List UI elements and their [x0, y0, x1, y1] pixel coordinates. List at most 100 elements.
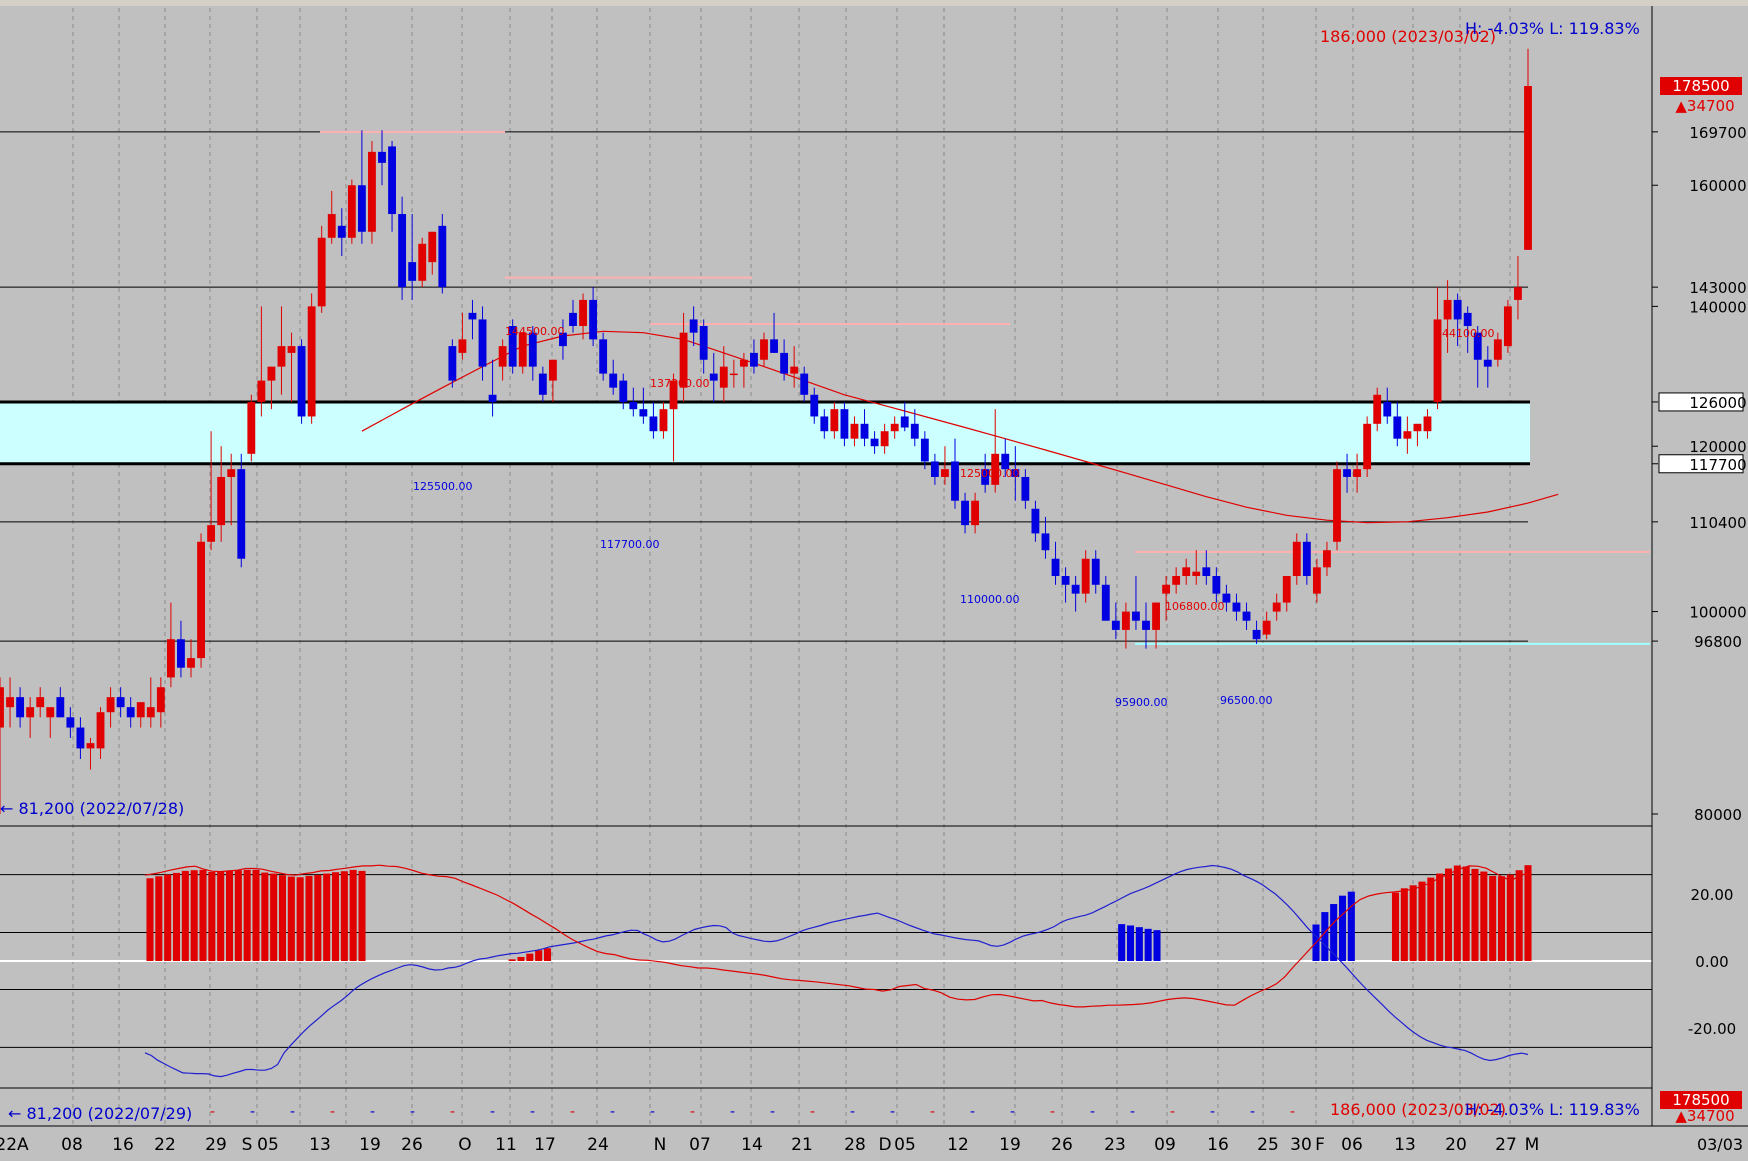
candle-body — [1514, 287, 1522, 300]
candle-body — [36, 697, 45, 708]
dash-marker: - — [1050, 1104, 1055, 1120]
peak-label: 117700.00 — [600, 538, 660, 551]
candle-body — [1031, 508, 1040, 534]
candle-body — [589, 299, 598, 340]
candle-body — [930, 461, 939, 477]
macd-histogram-bar — [1321, 912, 1329, 961]
macd-histogram-bar — [1453, 865, 1461, 961]
date-tick-label: 26 — [401, 1135, 423, 1155]
date-tick-label: 23 — [1104, 1135, 1126, 1155]
macd-histogram-bar — [155, 876, 163, 961]
macd-histogram-bar — [261, 872, 269, 961]
date-tick-label: 19 — [359, 1135, 381, 1155]
macd-histogram-bar — [1471, 868, 1479, 961]
candle-body — [629, 401, 638, 410]
candle-body — [458, 339, 467, 353]
candle-body — [1202, 567, 1211, 577]
dash-marker: - — [850, 1104, 855, 1120]
macd-histogram-bar — [164, 874, 172, 961]
macd-histogram-bar — [1418, 881, 1426, 961]
candle-body — [418, 243, 427, 281]
candle-body — [408, 262, 417, 281]
candle-body — [790, 366, 799, 374]
candle-body — [860, 423, 869, 439]
candle-body — [6, 697, 14, 708]
dash-marker: - — [1170, 1104, 1175, 1120]
chart-canvas: 144500.00 137300.00 125000.00 106800.00 1441… — [0, 0, 1748, 1157]
candle-body — [257, 380, 266, 402]
peak-label: 125000.00 — [960, 467, 1020, 480]
peak-label: 95900.00 — [1115, 696, 1168, 709]
candle-body — [357, 185, 366, 232]
macd-histogram-bar — [349, 869, 357, 961]
candle-body — [16, 697, 25, 718]
date-tick-label: 11 — [495, 1135, 517, 1155]
candle-body — [317, 237, 326, 307]
candle-body — [770, 339, 778, 353]
macd-histogram-bar — [190, 870, 198, 961]
candle-body — [368, 151, 376, 232]
candle-body — [1172, 576, 1181, 585]
candle-body — [760, 339, 768, 360]
macd-histogram-bar — [1391, 892, 1400, 961]
candle-body — [1302, 541, 1311, 577]
candle-body — [1272, 602, 1281, 612]
candle-body — [689, 319, 698, 333]
candle-body — [498, 346, 507, 367]
candle-body — [337, 225, 346, 238]
candle-body — [307, 306, 316, 417]
candle-body — [1363, 423, 1372, 470]
date-tick-label: 07 — [689, 1135, 711, 1155]
macd-histogram-bar — [323, 873, 331, 961]
candle-body — [1282, 576, 1291, 603]
candle-body — [659, 409, 668, 432]
candle-body — [1232, 602, 1241, 612]
macd-tick-label: 20.00 — [1691, 886, 1734, 904]
date-tick-label: 20 — [1445, 1135, 1467, 1155]
candle-body — [920, 438, 929, 462]
candle-body — [1453, 299, 1462, 320]
candle-body — [1373, 394, 1382, 424]
date-tick-label: S — [242, 1135, 253, 1155]
dash-marker: - — [770, 1104, 775, 1120]
candle-body — [880, 431, 889, 447]
candle-body — [1121, 611, 1130, 630]
macd-tick-label: -20.00 — [1688, 1020, 1736, 1038]
candle-body — [207, 525, 216, 542]
date-tick-label: 26 — [1051, 1135, 1073, 1155]
candle-body — [1041, 533, 1050, 551]
date-tick-label: 28 — [844, 1135, 866, 1155]
price-tick-label: 140000 — [1689, 298, 1746, 316]
date-tick-label: 19 — [999, 1135, 1021, 1155]
macd-histogram-bar — [1480, 871, 1488, 961]
date-tick-label: N — [654, 1135, 667, 1155]
candle-body — [398, 214, 407, 288]
price-tick-label: 100000 — [1689, 604, 1746, 622]
macd-histogram-bar — [1144, 928, 1152, 961]
candle-body — [46, 707, 55, 718]
candle-body — [1182, 567, 1191, 577]
macd-panel — [0, 825, 1652, 1089]
candle-body — [1393, 416, 1402, 439]
low-annotation: ← 81,200 (2022/07/28) — [0, 799, 184, 818]
dash-marker: - — [330, 1104, 335, 1120]
candle-body — [961, 500, 969, 526]
price-tick-label: 160000 — [1689, 177, 1746, 195]
macd-histogram-bar — [314, 874, 322, 961]
peak-label: 137300.00 — [650, 377, 710, 390]
dash-marker: - — [210, 1104, 215, 1120]
candle-body — [1081, 558, 1090, 594]
candle-body — [951, 461, 959, 501]
candle-body — [639, 409, 648, 417]
dash-marker: - — [930, 1104, 935, 1120]
peak-label: 144100.00 — [1435, 327, 1495, 340]
candle-body — [739, 359, 748, 367]
candle-body — [830, 409, 839, 432]
date-tick-label: F — [1315, 1135, 1325, 1155]
macd-histogram-bar — [1338, 895, 1347, 961]
macd-histogram-bar — [217, 871, 225, 961]
candle-body — [579, 299, 587, 327]
date-tick-label: 22A — [0, 1135, 29, 1155]
dash-marker: - — [970, 1104, 975, 1120]
macd-histogram-bar — [172, 872, 181, 961]
